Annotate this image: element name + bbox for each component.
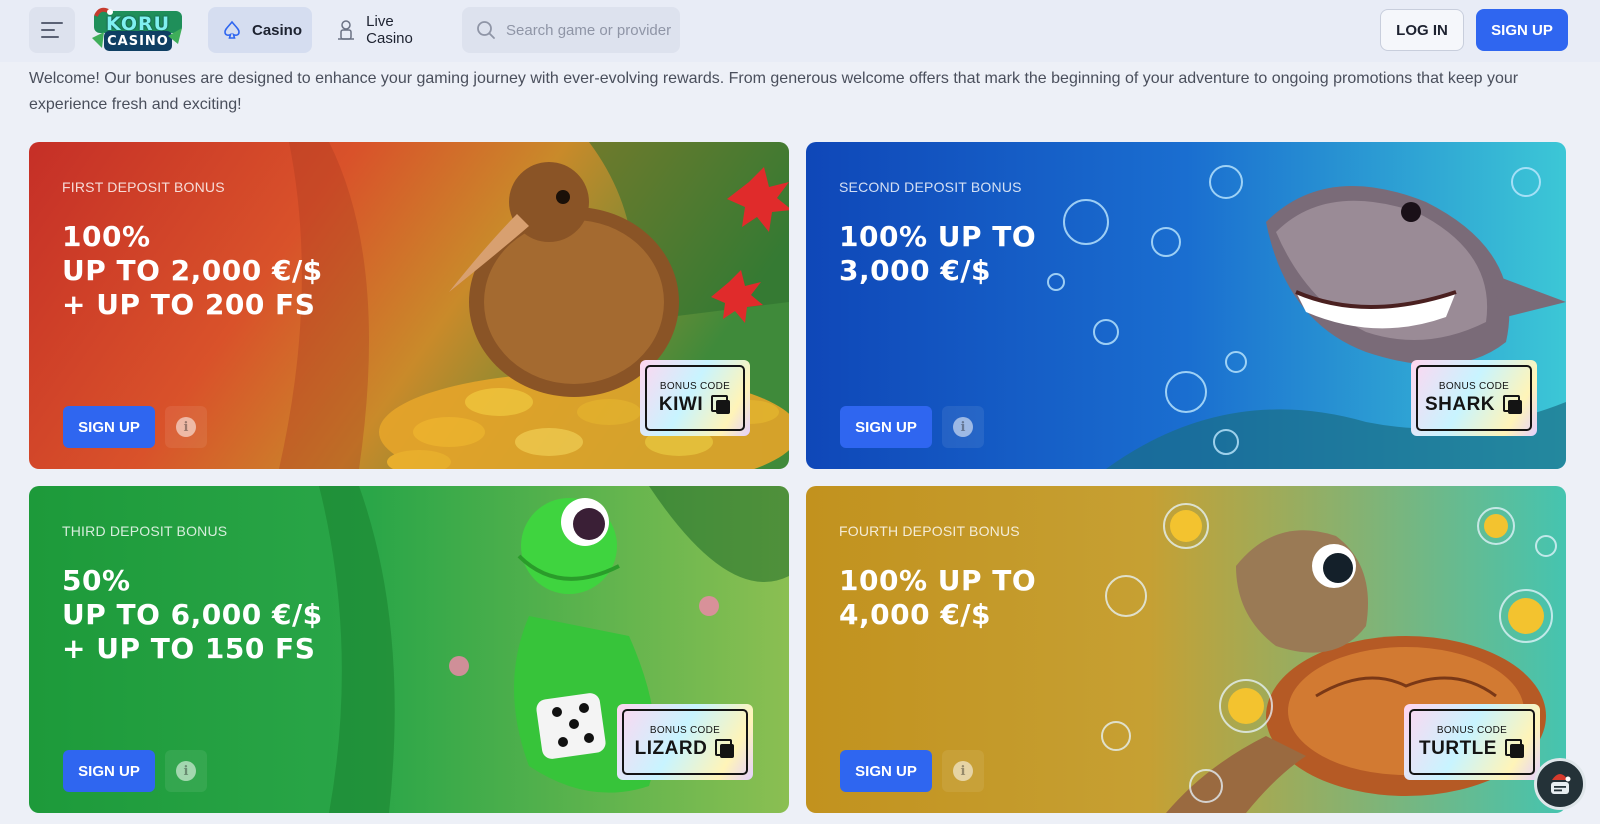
bonus-code-caption: BONUS CODE	[1436, 724, 1508, 736]
card-signup-button[interactable]: SIGN UP	[63, 406, 155, 448]
bonus-code-value: SHARK	[1424, 393, 1496, 415]
info-button[interactable]: i	[165, 750, 207, 792]
info-button[interactable]: i	[942, 406, 984, 448]
tab-casino-label: Casino	[252, 21, 303, 39]
search-input[interactable]	[506, 21, 676, 39]
intro-text: Welcome! Our bonuses are designed to enh…	[29, 70, 1519, 113]
logo-text-bottom: CASINO	[107, 34, 169, 49]
bonus-title: 100% UP TO 4,000 €/$	[839, 564, 1037, 631]
copy-icon[interactable]	[711, 394, 731, 415]
bonus-label: SECOND DEPOSIT BONUS	[839, 179, 1022, 195]
bonus-code-value: KIWI	[658, 393, 704, 415]
info-button[interactable]: i	[942, 750, 984, 792]
bonus-card-second: SECOND DEPOSIT BONUS 100% UP TO 3,000 €/…	[806, 142, 1566, 469]
bonus-card-fourth: FOURTH DEPOSIT BONUS 100% UP TO 4,000 €/…	[806, 486, 1566, 813]
bonus-code-caption: BONUS CODE	[649, 724, 721, 736]
info-icon: i	[176, 417, 196, 437]
copy-icon[interactable]	[715, 738, 735, 759]
bonus-title: 100% UP TO 3,000 €/$	[839, 220, 1037, 287]
menu-button[interactable]	[29, 7, 75, 53]
login-button[interactable]: LOG IN	[1380, 9, 1464, 51]
bonus-code-value: LIZARD	[634, 737, 708, 759]
dealer-icon	[336, 19, 356, 41]
bonus-code-box[interactable]: BONUS CODE SHARK	[1411, 360, 1537, 436]
tab-live-casino-label: Live Casino	[366, 13, 413, 47]
bonus-card-first: FIRST DEPOSIT BONUS 100% UP TO 2,000 €/$…	[29, 142, 789, 469]
bonus-title: 50% UP TO 6,000 €/$ + UP TO 150 FS	[62, 564, 323, 665]
bonus-code-value: TURTLE	[1419, 737, 1497, 759]
bonus-label: FOURTH DEPOSIT BONUS	[839, 523, 1020, 539]
bonus-code-caption: BONUS CODE	[1438, 380, 1510, 392]
bonus-title: 100% UP TO 2,000 €/$ + UP TO 200 FS	[62, 220, 323, 321]
chat-support-button[interactable]	[1534, 758, 1586, 810]
copy-icon[interactable]	[1504, 738, 1525, 759]
bonus-code-box[interactable]: BONUS CODE TURTLE	[1404, 704, 1540, 780]
info-icon: i	[953, 761, 973, 781]
bonus-label: THIRD DEPOSIT BONUS	[62, 523, 228, 539]
logo-text-top: KORU	[105, 13, 171, 35]
top-header: KORU CASINO Casino Live Casino LOG IN SI…	[0, 0, 1600, 62]
card-signup-button[interactable]: SIGN UP	[840, 406, 932, 448]
info-icon: i	[176, 761, 196, 781]
bonus-label: FIRST DEPOSIT BONUS	[62, 179, 225, 195]
card-signup-button[interactable]: SIGN UP	[63, 750, 155, 792]
search-box[interactable]	[462, 7, 680, 53]
info-button[interactable]: i	[165, 406, 207, 448]
chat-icon	[1551, 774, 1571, 794]
bonus-code-box[interactable]: BONUS CODE LIZARD	[617, 704, 753, 780]
koru-casino-logo[interactable]: KORU CASINO	[90, 6, 186, 56]
bonus-card-third: THIRD DEPOSIT BONUS 50% UP TO 6,000 €/$ …	[29, 486, 789, 813]
bonus-code-box[interactable]: BONUS CODE KIWI	[640, 360, 750, 436]
search-icon	[477, 21, 495, 39]
copy-icon[interactable]	[1503, 394, 1523, 415]
tab-live-casino[interactable]: Live Casino	[322, 7, 452, 53]
card-signup-button[interactable]: SIGN UP	[840, 750, 932, 792]
signup-button[interactable]: SIGN UP	[1476, 9, 1568, 51]
hamburger-icon	[41, 22, 63, 38]
tab-casino[interactable]: Casino	[208, 7, 312, 53]
info-icon: i	[953, 417, 973, 437]
spade-icon	[222, 19, 242, 41]
bonus-code-caption: BONUS CODE	[659, 380, 731, 392]
